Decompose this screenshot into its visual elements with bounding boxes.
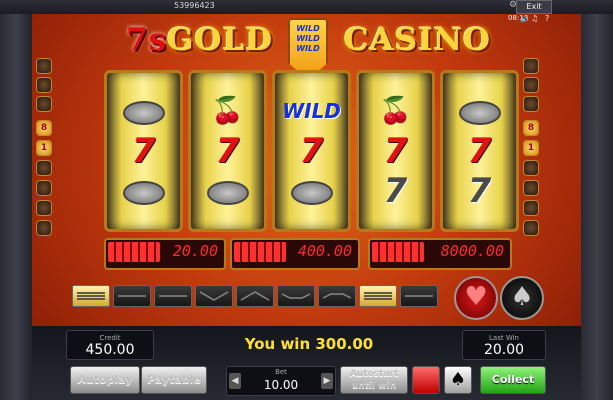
music-icon[interactable]: ♫: [531, 14, 538, 23]
seven-symbol: 7: [299, 131, 324, 171]
win-value: 400.00: [297, 242, 352, 260]
win-table-row: 400.00: [230, 238, 360, 270]
triple-seven-symbol: 7: [131, 131, 156, 171]
coin-symbol: [107, 173, 180, 209]
line-indicator-8[interactable]: 8: [36, 120, 52, 136]
line-indicator[interactable]: [523, 96, 539, 112]
wild-line: WILD: [296, 24, 320, 33]
line-indicator-1[interactable]: 1: [523, 140, 539, 156]
coin-symbol: [275, 173, 348, 209]
gamble-black-button[interactable]: ♠: [444, 366, 472, 394]
last-win-value: 20.00: [483, 342, 525, 358]
exit-button[interactable]: Exit: [516, 0, 552, 14]
credit-value: 450.00: [85, 342, 135, 358]
line-indicator[interactable]: [36, 160, 52, 176]
logo-word-gold: GOLD: [167, 22, 274, 58]
line-indicator[interactable]: [36, 96, 52, 112]
cherry-symbol: 🍒: [211, 96, 244, 126]
payline-button[interactable]: [154, 285, 192, 307]
line-indicator[interactable]: [36, 77, 52, 93]
grey-seven-symbol: 7: [383, 171, 408, 211]
seven-row-icon: [372, 242, 424, 262]
line-indicator[interactable]: [523, 160, 539, 176]
paytable-button[interactable]: Paytable: [141, 366, 207, 394]
payline-button[interactable]: [318, 285, 356, 307]
logo-gold: 7sGOLD: [126, 22, 273, 58]
coin-symbol: [107, 93, 180, 129]
line-indicator[interactable]: [523, 58, 539, 74]
win-table-row: 8000.00: [368, 238, 512, 270]
line-indicator[interactable]: [36, 58, 52, 74]
payline-button[interactable]: [195, 285, 233, 307]
line-indicator[interactable]: [523, 200, 539, 216]
coin-symbol: [443, 93, 516, 129]
right-frame: [581, 0, 613, 400]
line-indicator[interactable]: [36, 220, 52, 236]
line-indicator[interactable]: [523, 77, 539, 93]
collect-button[interactable]: Collect: [480, 366, 546, 394]
win-value: 8000.00: [440, 242, 504, 260]
win-table-row: 20.00: [104, 238, 226, 270]
seven-row-icon: [234, 242, 286, 262]
line-indicator-8[interactable]: 8: [523, 120, 539, 136]
bet-label: Bet: [275, 368, 287, 376]
sound-icon[interactable]: 🔈: [520, 14, 530, 23]
help-icon[interactable]: ?: [545, 14, 549, 23]
grey-seven-symbol: 7: [467, 171, 492, 211]
reel-1: 7: [104, 70, 183, 232]
seven-symbol: 7: [383, 131, 408, 171]
gamble-red-button[interactable]: [412, 366, 440, 394]
wild-line: WILD: [296, 44, 320, 53]
win-value: 20.00: [172, 242, 218, 260]
cherry-symbol: 🍒: [379, 96, 412, 126]
line-indicator[interactable]: [36, 180, 52, 196]
logo-casino: CASINO: [344, 22, 491, 58]
autostart-button[interactable]: Autostart until win: [340, 366, 408, 394]
bet-value: 10.00: [263, 378, 299, 392]
spade-suit-button[interactable]: ♠: [500, 276, 544, 320]
left-frame: [0, 0, 32, 400]
payline-button[interactable]: [236, 285, 274, 307]
reel-3: WILD 7: [272, 70, 351, 232]
session-id: 53996423: [174, 1, 215, 10]
seven-symbol: 7: [467, 131, 492, 171]
seven-row-icon: [108, 242, 160, 262]
payline-button[interactable]: [277, 285, 315, 307]
heart-suit-button[interactable]: ♥: [454, 276, 498, 320]
reel-5: 7 7: [440, 70, 519, 232]
triple-seven-symbol: 7: [215, 131, 240, 171]
reel-2: 🍒 7: [188, 70, 267, 232]
autoplay-button[interactable]: Autoplay: [70, 366, 140, 394]
bet-control: ◀ Bet 10.00 ▶: [226, 366, 336, 396]
line-indicator[interactable]: [523, 220, 539, 236]
line-indicator-1[interactable]: 1: [36, 140, 52, 156]
wild-symbol: WILD: [282, 99, 341, 123]
line-indicator[interactable]: [36, 200, 52, 216]
logo-seven: 7s: [126, 22, 168, 58]
last-win-panel: Last Win 20.00: [462, 330, 546, 360]
line-indicator[interactable]: [523, 180, 539, 196]
payline-button[interactable]: [400, 285, 438, 307]
wild-line: WILD: [296, 34, 320, 43]
coin-symbol: [191, 173, 264, 209]
reel-4: 🍒 7 7: [356, 70, 435, 232]
bet-increase-button[interactable]: ▶: [321, 373, 333, 389]
top-bar: 53996423 ⚙ Exit: [0, 0, 613, 14]
credit-panel: Credit 450.00: [66, 330, 154, 360]
credit-label: Credit: [99, 334, 121, 342]
payline-button[interactable]: [113, 285, 151, 307]
payline-button[interactable]: [72, 285, 110, 307]
win-message: You win 300.00: [244, 335, 374, 353]
payline-button[interactable]: [359, 285, 397, 307]
last-win-label: Last Win: [489, 334, 519, 342]
